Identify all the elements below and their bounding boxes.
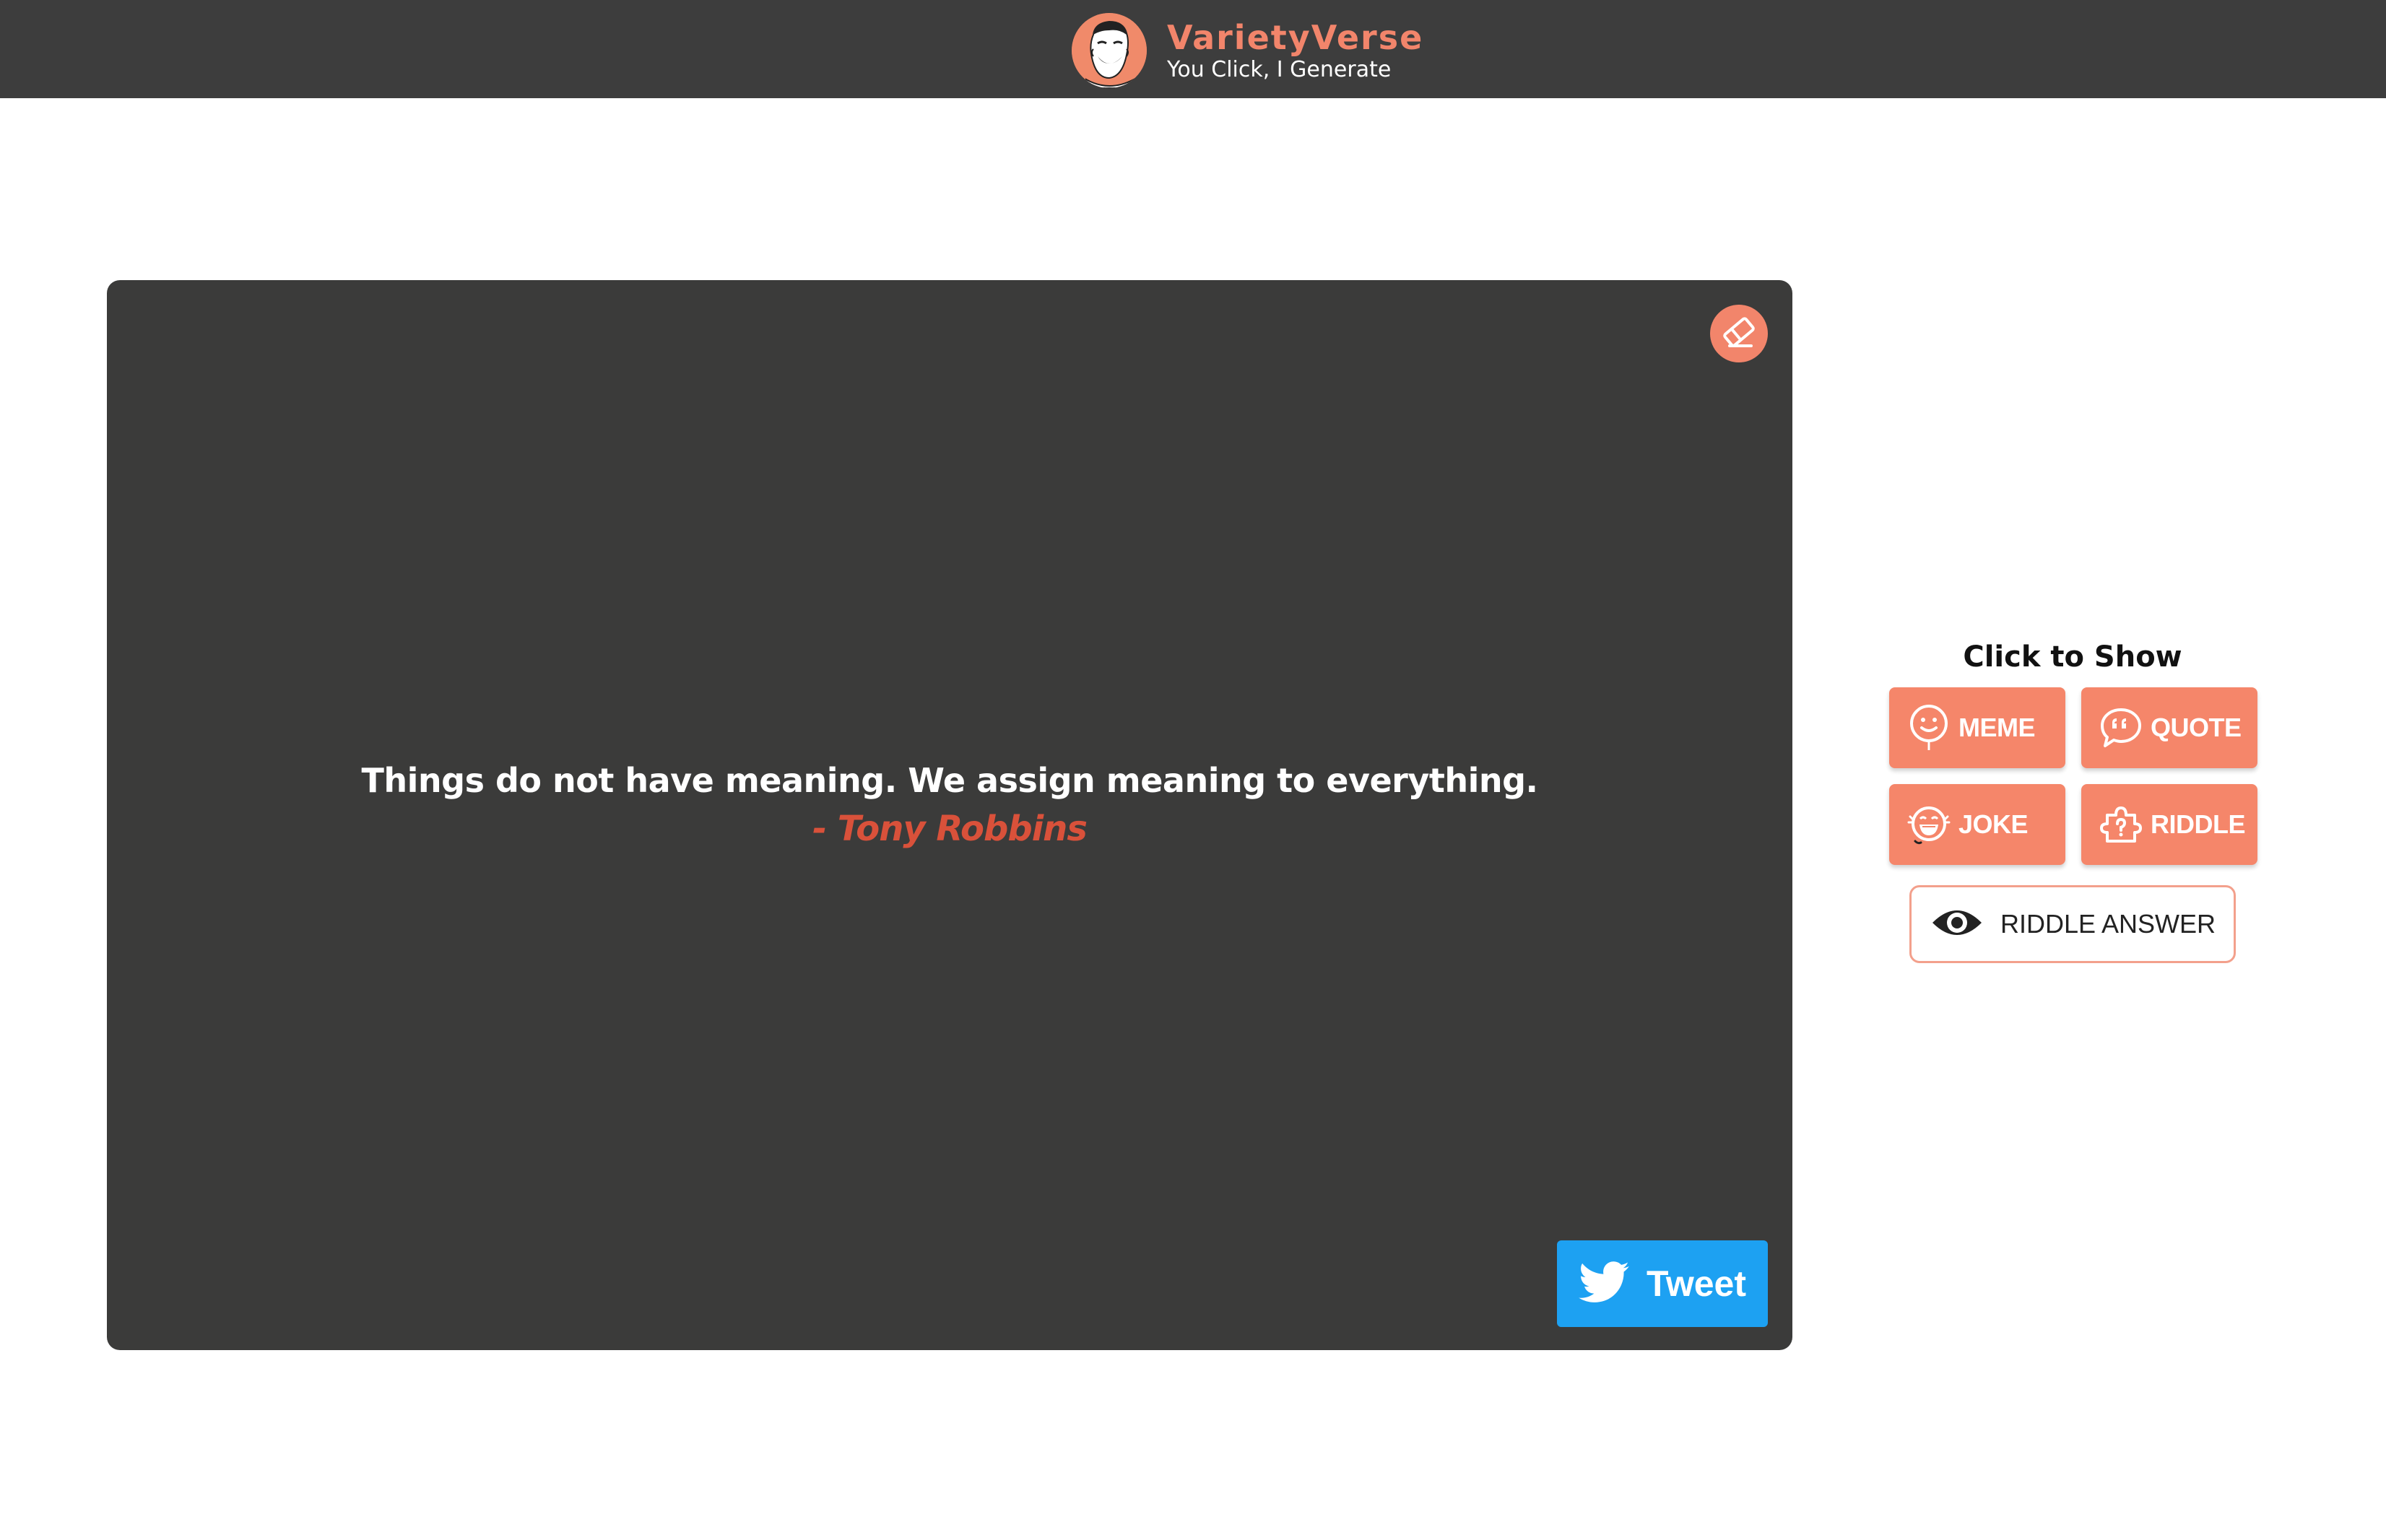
riddle-button-label: RIDDLE: [2151, 809, 2246, 839]
quote-button-label: QUOTE: [2151, 713, 2242, 742]
laughing-face-icon: [1905, 801, 1953, 848]
puzzle-question-icon: [2097, 801, 2145, 848]
generator-buttons: MEME QUOTE JOKE RIDDLE: [1889, 687, 2257, 865]
quote-bubble-icon: [2097, 704, 2145, 752]
riddle-answer-label: RIDDLE ANSWER: [2000, 909, 2216, 939]
meme-button[interactable]: MEME: [1889, 687, 2065, 768]
brand[interactable]: VarietyVerse You Click, I Generate: [1072, 13, 1423, 88]
tweet-label: Tweet: [1647, 1263, 1746, 1304]
joke-button-label: JOKE: [1958, 809, 2029, 839]
eraser-icon: [1719, 313, 1758, 355]
panel-title: Click to Show: [1963, 640, 2182, 674]
meme-button-label: MEME: [1958, 713, 2036, 742]
clear-button[interactable]: [1710, 305, 1768, 362]
quote-text: Things do not have meaning. We assign me…: [361, 761, 1538, 800]
app-title: VarietyVerse: [1167, 18, 1424, 57]
joke-button[interactable]: JOKE: [1889, 784, 2065, 865]
riddle-button[interactable]: RIDDLE: [2081, 784, 2257, 865]
control-panel: Click to Show MEME QUOTE JOKE RIDDLE RID…: [1888, 635, 2257, 963]
app-subtitle: You Click, I Generate: [1167, 57, 1392, 82]
eye-icon: [1930, 902, 1984, 947]
top-bar: VarietyVerse You Click, I Generate: [0, 0, 2386, 98]
riddle-answer-button[interactable]: RIDDLE ANSWER: [1909, 885, 2236, 963]
smiley-balloon-icon: [1905, 704, 1953, 752]
quote-button[interactable]: QUOTE: [2081, 687, 2257, 768]
twitter-bird-icon: [1579, 1261, 1629, 1307]
quote-author: - Tony Robbins: [812, 809, 1088, 849]
tweet-button[interactable]: Tweet: [1557, 1240, 1768, 1327]
content-stage: Things do not have meaning. We assign me…: [107, 280, 1792, 1350]
quote-block: Things do not have meaning. We assign me…: [107, 757, 1792, 853]
laughing-face-icon: [1072, 13, 1147, 88]
